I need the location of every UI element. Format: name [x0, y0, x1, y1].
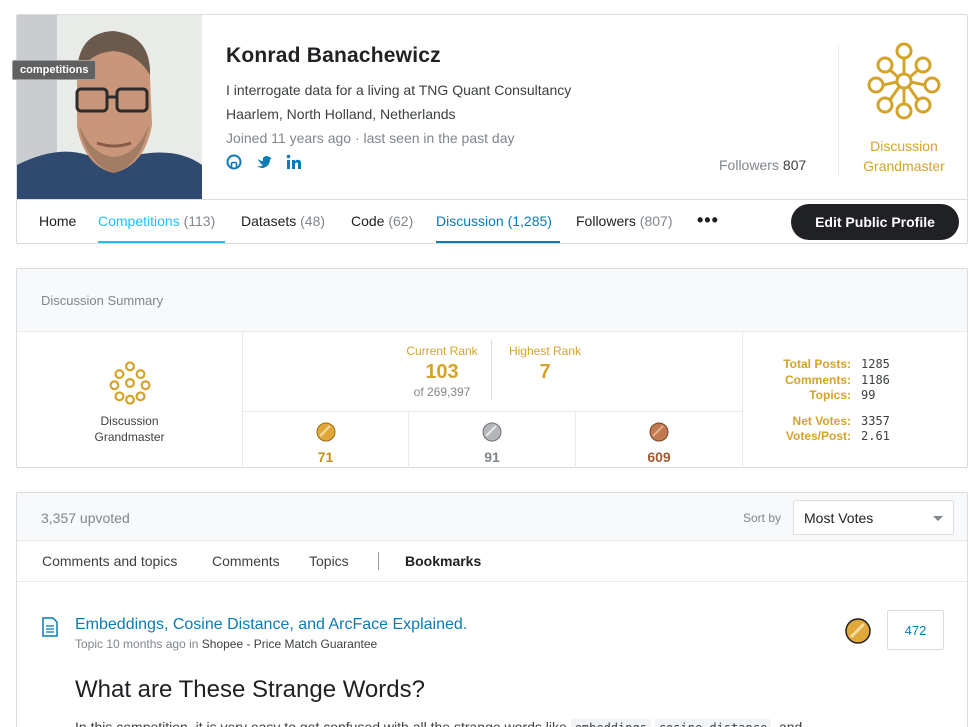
tab-discussion[interactable]: Discussion (1,285) — [436, 213, 552, 229]
post-body-text: In this competition, it is very easy to … — [75, 719, 567, 727]
rank-divider — [491, 340, 492, 400]
sort-select[interactable]: Most Votes — [793, 500, 954, 535]
more-menu-icon[interactable]: ••• — [697, 210, 719, 231]
twitter-icon[interactable] — [256, 154, 272, 170]
tier-badge: Discussion Grandmaster — [859, 41, 949, 176]
profile-joined: Joined 11 years ago · last seen in the p… — [226, 130, 515, 146]
silver-count: 91 — [484, 449, 500, 465]
post-title-link[interactable]: Embeddings, Cosine Distance, and ArcFace… — [75, 616, 467, 634]
grandmaster-badge-icon — [867, 42, 941, 120]
filter-bookmarks[interactable]: Bookmarks — [405, 553, 481, 569]
posts-header: 3,357 upvoted Sort by Most Votes — [17, 493, 967, 541]
discussion-summary-card: Discussion Summary Discussion Grandmaste… — [16, 268, 968, 468]
code-cosine-distance: cosine distance — [654, 719, 772, 727]
upvoted-count: 3,357 upvoted — [41, 510, 130, 526]
current-rank-label: Current Rank — [406, 344, 478, 358]
document-icon — [41, 617, 59, 637]
divider — [838, 45, 839, 175]
post-meta-prefix: Topic 10 months ago in — [75, 637, 199, 651]
tier-name: Discussion Grandmaster — [863, 138, 945, 174]
current-rank-of: of 269,397 — [413, 385, 471, 399]
summary-header: Discussion Summary — [17, 269, 967, 332]
code-embeddings: embeddings — [570, 719, 651, 727]
summary-tier-line2: Grandmaster — [94, 430, 165, 444]
current-rank-value: 103 — [425, 361, 459, 383]
post-meta: Topic 10 months ago in Shopee - Price Ma… — [75, 637, 377, 651]
filter-comments[interactable]: Comments — [212, 553, 280, 569]
bronze-medal-icon — [649, 422, 669, 442]
tab-followers[interactable]: Followers (807) — [576, 213, 672, 229]
tab-competitions-underline — [98, 241, 225, 243]
grandmaster-badge-icon — [108, 361, 151, 405]
sort-label: Sort by — [743, 511, 782, 525]
tab-datasets[interactable]: Datasets (48) — [241, 213, 325, 229]
post-body-tail: , and — [771, 719, 803, 727]
profile-tabs: Home Competitions (113) Datasets (48) Co… — [17, 199, 967, 243]
tab-discussion-underline — [436, 241, 560, 243]
summary-tier-line1: Discussion — [100, 414, 159, 428]
summary-stats: Total Posts: 1285 Comments: 1186 Topics: 99… — [742, 332, 967, 468]
profile-photo[interactable] — [17, 15, 202, 199]
profile-card: Konrad Banachewicz I interrogate data fo… — [16, 14, 968, 244]
posts-card: 3,357 upvoted Sort by Most Votes Comment… — [16, 492, 968, 727]
profile-bio: I interrogate data for a living at TNG Q… — [226, 82, 572, 98]
vote-count-button[interactable]: 472 — [887, 610, 944, 650]
followers-label: Followers — [719, 157, 779, 173]
highest-rank-label: Highest Rank — [508, 344, 582, 358]
post-body: In this competition, it is very easy to … — [75, 719, 802, 727]
tab-competitions[interactable]: Competitions (113) — [98, 213, 215, 229]
profile-name: Konrad Banachewicz — [226, 44, 441, 67]
bronze-medals: 609 — [576, 412, 742, 468]
silver-medals: 91 — [409, 412, 576, 468]
filter-topics[interactable]: Topics — [309, 553, 349, 569]
filter-comments-and-topics[interactable]: Comments and topics — [42, 553, 177, 569]
highest-rank-value: 7 — [539, 361, 551, 383]
tab-home[interactable]: Home — [39, 213, 76, 229]
post-competition-link[interactable]: Shopee - Price Match Guarantee — [202, 637, 377, 651]
bronze-count: 609 — [647, 449, 671, 465]
summary-tier: Discussion Grandmaster — [17, 332, 243, 468]
filter-separator — [378, 552, 379, 570]
tab-code[interactable]: Code (62) — [351, 213, 413, 229]
sort-value: Most Votes — [804, 510, 874, 526]
followers-count[interactable]: Followers 807 — [719, 157, 806, 173]
followers-value: 807 — [782, 157, 807, 173]
post-heading: What are These Strange Words? — [75, 676, 425, 703]
silver-medal-icon — [482, 422, 502, 442]
post-filters: Comments and topics Comments Topics Book… — [17, 541, 967, 582]
highest-rank: Highest Rank 7 — [499, 344, 591, 384]
chevron-down-icon — [933, 516, 943, 521]
gold-count: 71 — [317, 449, 334, 465]
gold-medals: 71 — [243, 412, 409, 468]
social-links — [226, 154, 302, 170]
gold-medal-icon — [845, 618, 871, 649]
rank-row: Current Rank 103 of 269,397 Highest Rank… — [243, 332, 742, 412]
edit-profile-button[interactable]: Edit Public Profile — [791, 204, 959, 240]
tooltip: competitions — [12, 60, 97, 80]
linkedin-icon[interactable] — [286, 154, 302, 170]
profile-location: Haarlem, North Holland, Netherlands — [226, 106, 456, 122]
summary-title: Discussion Summary — [41, 293, 164, 308]
gold-medal-icon — [316, 422, 335, 442]
current-rank: Current Rank 103 of 269,397 — [395, 344, 489, 399]
github-icon[interactable] — [226, 154, 242, 170]
medal-row: 71 91 609 — [243, 412, 742, 468]
